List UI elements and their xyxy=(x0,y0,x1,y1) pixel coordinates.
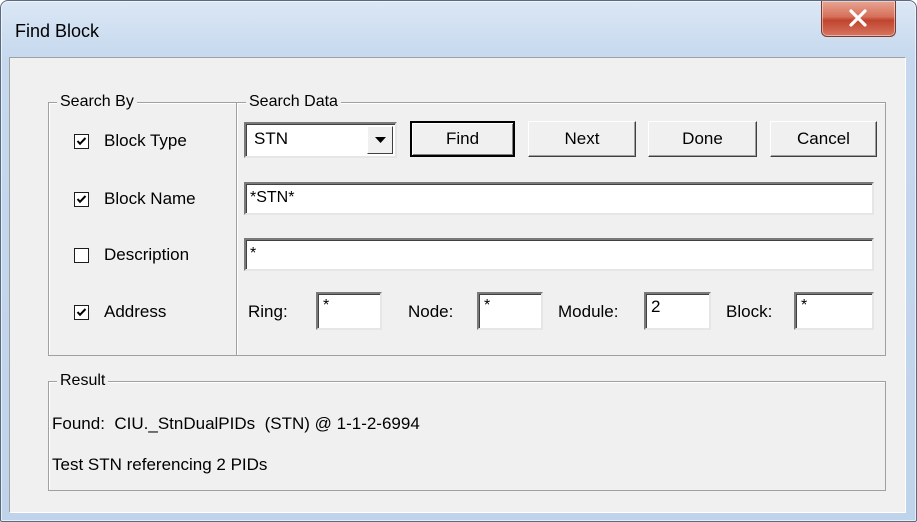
block-type-checkbox-row[interactable]: Block Type xyxy=(74,131,187,151)
result-description-text: Test STN referencing 2 PIDs xyxy=(52,455,268,474)
block-type-select[interactable]: STN xyxy=(244,122,397,158)
address-checkbox-row[interactable]: Address xyxy=(74,302,166,322)
block-name-checkbox[interactable] xyxy=(74,191,89,207)
address-label: Address xyxy=(104,302,167,321)
description-checkbox[interactable] xyxy=(74,247,89,263)
checkmark-icon xyxy=(76,194,87,203)
checkmark-icon xyxy=(76,136,87,145)
module-input[interactable]: 2 xyxy=(644,292,711,330)
close-icon xyxy=(849,9,867,27)
ring-input[interactable]: * xyxy=(316,292,382,330)
block-label: Block: xyxy=(726,302,773,321)
description-checkbox-row[interactable]: Description xyxy=(74,245,189,265)
checkmark-icon xyxy=(76,307,87,316)
block-input[interactable]: * xyxy=(794,292,874,330)
block-type-checkbox[interactable] xyxy=(74,133,89,149)
node-label: Node: xyxy=(408,302,454,321)
result-legend: Result xyxy=(57,371,109,391)
block-type-selected-value: STN xyxy=(254,129,288,148)
ring-label: Ring: xyxy=(248,302,288,321)
search-data-legend: Search Data xyxy=(246,92,341,112)
description-label: Description xyxy=(104,245,190,264)
block-name-input[interactable]: *STN* xyxy=(244,182,874,215)
find-button[interactable]: Find xyxy=(410,121,515,157)
description-input[interactable]: * xyxy=(244,238,874,271)
node-input[interactable]: * xyxy=(477,292,543,330)
block-type-label: Block Type xyxy=(104,131,187,150)
address-checkbox[interactable] xyxy=(74,304,89,320)
chevron-down-icon xyxy=(375,137,386,143)
close-button[interactable] xyxy=(821,1,896,37)
done-button[interactable]: Done xyxy=(648,121,757,157)
module-label: Module: xyxy=(558,302,619,321)
dropdown-arrow-button[interactable] xyxy=(367,126,393,154)
block-name-label: Block Name xyxy=(104,189,196,208)
block-name-checkbox-row[interactable]: Block Name xyxy=(74,189,196,209)
window-title: Find Block xyxy=(15,21,100,41)
next-button[interactable]: Next xyxy=(528,121,636,157)
search-by-legend: Search By xyxy=(57,92,137,112)
cancel-button[interactable]: Cancel xyxy=(770,121,877,157)
result-found-text: Found: CIU._StnDualPIDs (STN) @ 1-1-2-69… xyxy=(52,414,420,433)
